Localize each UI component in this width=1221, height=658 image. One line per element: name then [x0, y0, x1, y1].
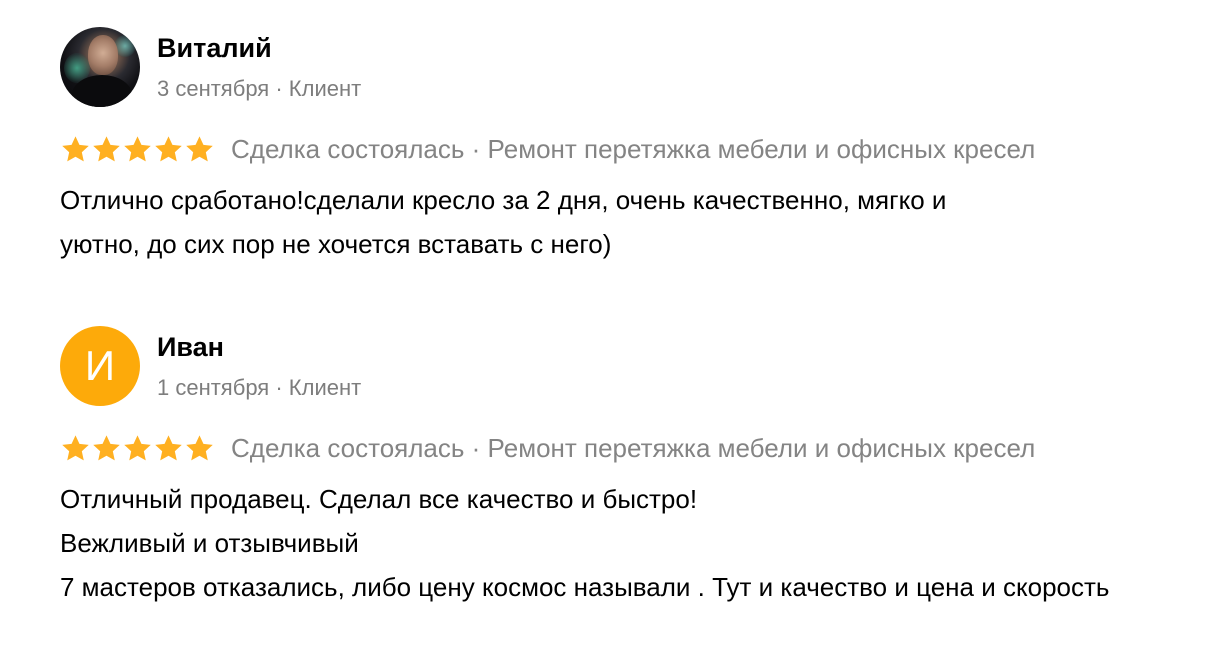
star-icon [122, 433, 153, 464]
review-meta: Иван 1 сентября · Клиент [157, 332, 361, 401]
star-icon [122, 134, 153, 165]
author-role: Клиент [288, 75, 362, 101]
meta-separator: · [269, 374, 289, 400]
review-text-line: 7 мастеров отказались, либо цену космос … [60, 572, 1110, 602]
author-name[interactable]: Иван [157, 332, 361, 362]
review-date: 1 сентября [157, 374, 270, 400]
rating-line: Сделка состоялась · Ремонт перетяжка меб… [60, 130, 1170, 168]
star-icon [153, 433, 184, 464]
review-meta: Виталий 3 сентября · Клиент [157, 33, 361, 102]
review-text: Отличный продавец. Сделал все качество и… [60, 477, 1170, 609]
star-icon [184, 433, 215, 464]
meta-separator: · [269, 75, 289, 101]
avatar-photo-face [88, 35, 118, 75]
review-date: 3 сентября [157, 75, 270, 101]
avatar[interactable]: И [60, 326, 140, 406]
review-header: И Иван 1 сентября · Клиент [60, 326, 1170, 406]
review-subtitle: 3 сентября · Клиент [157, 76, 361, 102]
star-icon [91, 134, 122, 165]
review-text-line: Отличный продавец. Сделал все качество и… [60, 484, 698, 514]
review-text-line: Отлично сработано!сделали кресло за 2 дн… [60, 185, 947, 215]
review-text-line: уютно, до сих пор не хочется вставать с … [60, 229, 612, 259]
review-header: Виталий 3 сентября · Клиент [60, 27, 1170, 107]
review-subtitle: 1 сентября · Клиент [157, 375, 361, 401]
avatar[interactable] [60, 27, 140, 107]
rating-line: Сделка состоялась · Ремонт перетяжка меб… [60, 429, 1170, 467]
author-role: Клиент [288, 374, 362, 400]
review-text-line: Вежливый и отзывчивый [60, 528, 359, 558]
deal-info-link[interactable]: Сделка состоялась · Ремонт перетяжка меб… [231, 134, 1156, 165]
deal-info-link[interactable]: Сделка состоялась · Ремонт перетяжка меб… [231, 433, 1156, 464]
star-icon [184, 134, 215, 165]
star-icon [60, 134, 91, 165]
rating-stars [60, 134, 215, 165]
author-name[interactable]: Виталий [157, 33, 361, 63]
review-card: И Иван 1 сентября · Клиент Сделка состоя… [60, 326, 1170, 609]
rating-stars [60, 433, 215, 464]
star-icon [60, 433, 91, 464]
review-text: Отлично сработано!сделали кресло за 2 дн… [60, 178, 1170, 266]
avatar-photo-shirt [72, 75, 132, 107]
star-icon [91, 433, 122, 464]
review-card: Виталий 3 сентября · Клиент Сделка состо… [60, 27, 1170, 266]
star-icon [153, 134, 184, 165]
